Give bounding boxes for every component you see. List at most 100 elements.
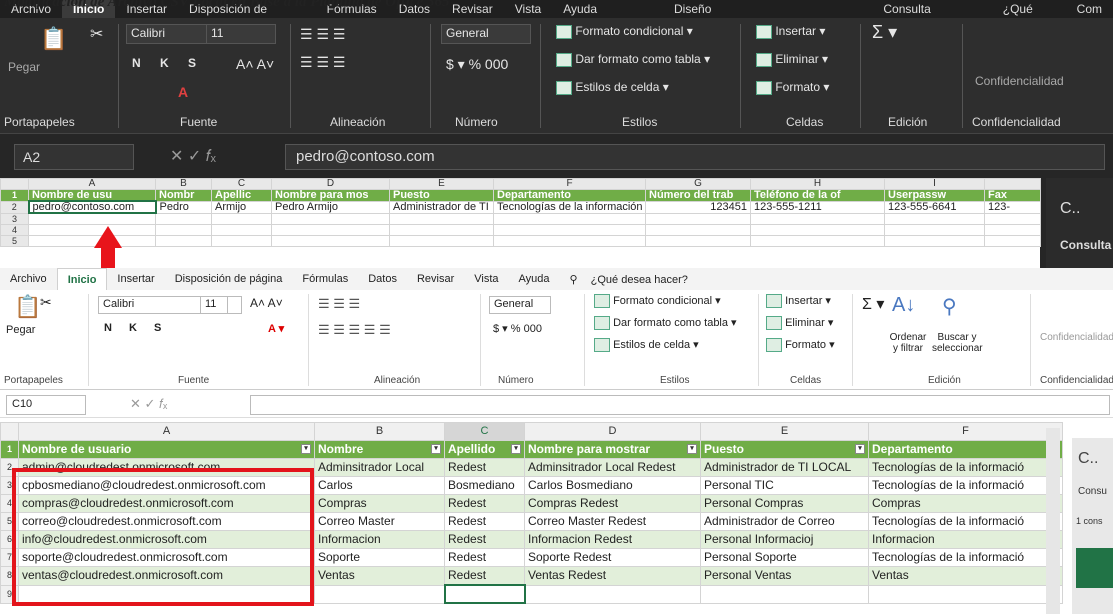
cell[interactable]: Soporte Redest [524,548,701,567]
cell[interactable]: Tecnologías de la informació [868,458,1063,477]
formula-cancel-confirm-icons[interactable]: ✕ ✓ 𝑓ₓ [130,396,167,412]
format-cells-button[interactable]: Formato ▾ [766,338,835,353]
cell[interactable]: Redest [444,566,525,586]
conditional-format-button[interactable]: Formato condicional ▾ [556,24,693,39]
currency-percent-icons[interactable]: $ ▾ % 000 [493,322,542,335]
cell[interactable]: Adminsitrador Local Redest [524,458,701,477]
tab-diseno[interactable]: Diseño [663,0,722,18]
col-header[interactable]: E [700,422,869,441]
col-header[interactable]: F [493,178,646,190]
col-header[interactable]: B [314,422,445,441]
col-header[interactable]: D [524,422,701,441]
cell[interactable]: Personal Informacioj [700,530,869,549]
find-select-icon[interactable]: ⚲ [942,294,957,319]
cell[interactable]: 123-555-6641 [884,200,985,214]
paste-button[interactable]: Pegar [6,324,35,336]
paste-button[interactable]: Pegar [8,60,40,74]
tab-archivo[interactable]: Archivo [0,273,57,285]
header-cell[interactable]: Departamento [493,189,646,202]
delete-cells-button[interactable]: Eliminar ▾ [766,316,833,331]
cell[interactable]: Redest [444,530,525,549]
name-box[interactable]: A2 [14,144,134,170]
header-cell[interactable]: Userpassw [884,189,985,202]
header-cell[interactable]: Nombre para mos [271,189,390,202]
name-box[interactable]: C10 [6,395,86,415]
conditional-format-button[interactable]: Formato condicional ▾ [594,294,721,309]
cell[interactable]: 123451 [645,200,751,214]
col-header[interactable]: B [155,178,212,190]
cell[interactable]: Soporte [314,548,445,567]
cell[interactable]: Redest [444,494,525,513]
cell[interactable]: Tecnologías de la informació [868,512,1063,531]
insert-cells-button[interactable]: Insertar ▾ [756,24,825,39]
cell[interactable]: Adminsitrador Local [314,458,445,477]
cell[interactable]: Personal Soporte [700,548,869,567]
align-icons-2[interactable]: ☰ ☰ ☰ ☰ ☰ [318,322,391,338]
tab-com[interactable]: Com [1066,0,1113,18]
cell[interactable]: Correo Master Redest [524,512,701,531]
cell[interactable]: Informacion [314,530,445,549]
row-number[interactable]: 4 [0,223,29,236]
cell[interactable]: Compras [868,494,1063,513]
query-item-icon[interactable] [1076,548,1113,588]
header-cell[interactable]: Puesto [389,189,494,202]
tab-vista[interactable]: Vista [464,273,508,285]
cell[interactable]: Ventas Redest [524,566,701,586]
cell[interactable]: Personal Compras [700,494,869,513]
cell[interactable]: Tecnologías de la informació [868,476,1063,495]
tell-me-search[interactable]: ¿Qué des [992,0,1066,30]
header-cell[interactable]: Nombre de usu [28,189,156,202]
formula-cancel-confirm-icons[interactable]: ✕ ✓ 𝑓ₓ [170,146,216,166]
header-cell[interactable]: Número del trab [645,189,751,202]
find-select-button[interactable]: Buscar y seleccionar [932,332,983,354]
header-cell[interactable]: Nombre para mostrar ▾ [524,440,701,459]
align-icons[interactable]: ☰ ☰ ☰ [318,296,360,312]
cell[interactable]: Administrador de Correo [700,512,869,531]
paste-icon[interactable]: 📋 [14,294,41,320]
cell[interactable]: Pedro [155,200,212,214]
sort-filter-icon[interactable]: A↓ [892,294,915,317]
tab-vista[interactable]: Vista [504,0,552,18]
cell[interactable]: Redest [444,458,525,477]
cell[interactable]: Personal TIC [700,476,869,495]
tab-ayuda[interactable]: Ayuda [552,0,608,18]
cell[interactable]: Ventas [314,566,445,586]
cell[interactable]: Armijo [211,200,272,214]
format-as-table-button[interactable]: Dar formato como tabla ▾ [594,316,737,331]
number-format-select[interactable]: General [441,24,531,44]
align-icons[interactable]: ☰ ☰ ☰ [300,26,345,43]
cell[interactable]: Tecnologías de la informació [868,548,1063,567]
col-header[interactable]: A [28,178,156,190]
delete-cells-button[interactable]: Eliminar ▾ [756,52,828,67]
currency-percent-icons[interactable]: $ ▾ % 000 [446,56,508,73]
cell[interactable]: Redest [444,512,525,531]
col-header[interactable]: I [884,178,985,190]
insert-cells-button[interactable]: Insertar ▾ [766,294,831,309]
align-icons-2[interactable]: ☰ ☰ ☰ [300,54,345,71]
cell-styles-button[interactable]: Estilos de celda ▾ [594,338,699,353]
tell-me-search[interactable]: ⚲ ¿Qué desea hacer? [560,273,708,286]
cell[interactable]: Compras [314,494,445,513]
header-cell[interactable]: Fax [984,189,1041,202]
cell[interactable]: Carlos [314,476,445,495]
cell[interactable]: 123-555-1211 [750,200,885,214]
cut-icon[interactable]: ✂ [40,294,52,311]
confidentiality-button[interactable]: Confidencialidad [1040,332,1113,343]
dark-worksheet[interactable]: A B C D E F G H I 1 Nombre de usu Nombr … [0,178,1041,268]
header-cell[interactable]: Nombre de usuario ▾ [18,440,315,459]
selected-cell-a2[interactable]: pedro@contoso.com [27,200,157,214]
cell-styles-button[interactable]: Estilos de celda ▾ [556,80,669,95]
col-header[interactable]: H [750,178,885,190]
font-color-icon[interactable]: A [178,84,188,100]
cell[interactable]: Bosmediano [444,476,525,495]
header-cell[interactable]: Teléfono de la of [750,189,885,202]
row-number[interactable]: 1 [0,440,19,459]
bold-italic-underline[interactable]: N K S [104,322,168,334]
tab-inicio[interactable]: Inicio [56,268,108,290]
tab-insertar[interactable]: Insertar [107,273,164,285]
selected-cell-c10[interactable] [443,584,526,604]
cell[interactable]: Informacion Redest [524,530,701,549]
row-number[interactable]: 5 [0,234,29,247]
formula-input[interactable]: pedro@contoso.com [285,144,1105,170]
tab-consulta[interactable]: Consulta [872,0,941,18]
